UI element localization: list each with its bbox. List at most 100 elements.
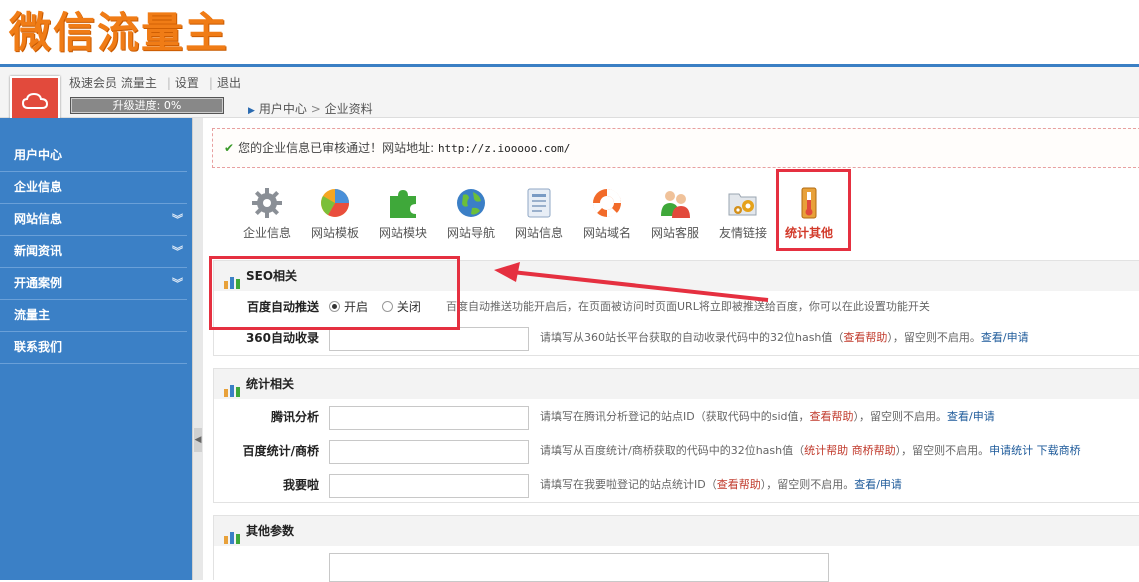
radio-selected-icon xyxy=(329,301,340,312)
double-chevron-down-icon: ︾ xyxy=(172,245,183,258)
radio-label: 关闭 xyxy=(396,300,421,314)
puzzle-icon xyxy=(390,190,416,218)
row-360-include: 360自动收录 请填写从360站长平台获取的自动收录代码中的32位hash值（查… xyxy=(213,322,1139,354)
field-hint: 请填写从百度统计/商桥获取的代码中的32位hash值（统计帮助 商桥帮助），留空… xyxy=(540,444,1081,457)
field-label: 腾讯分析 xyxy=(270,410,319,424)
bar-chart-icon xyxy=(224,525,240,544)
field-hint: 请填写在我要啦登记的站点统计ID（查看帮助），留空则不启用。查看/申请 xyxy=(540,478,902,491)
sidebar-item-label: 联系我们 xyxy=(14,340,63,354)
field-label: 360自动收录 xyxy=(245,331,319,345)
document-icon xyxy=(527,188,551,218)
site-logo: 微信流量主 xyxy=(9,8,230,57)
double-chevron-down-icon: ︾ xyxy=(172,277,183,290)
double-chevron-down-icon: ︾ xyxy=(172,213,183,226)
section-title: 统计相关 xyxy=(246,377,295,391)
header: 微信流量主 xyxy=(0,0,1139,66)
sidebar-item-news[interactable]: 新闻资讯 ︾ xyxy=(0,236,187,268)
tool-label: 网站模块 xyxy=(378,226,427,240)
tool-website-template[interactable]: 网站模板 xyxy=(303,186,367,240)
field-label: 百度统计/商桥 xyxy=(242,444,319,458)
row-51la: 我要啦 请填写在我要啦登记的站点统计ID（查看帮助），留空则不启用。查看/申请 xyxy=(213,469,1139,501)
sidebar-item-company-info[interactable]: 企业信息 xyxy=(0,172,187,204)
sidebar-item-label: 用户中心 xyxy=(14,148,63,162)
sidebar-item-label: 网站信息 xyxy=(14,212,63,226)
help-link[interactable]: 统计帮助 xyxy=(804,444,848,457)
gear-icon xyxy=(252,188,282,218)
pie-chart-icon xyxy=(321,189,349,217)
checkmark-icon: ✔ xyxy=(224,141,235,155)
tool-website-info[interactable]: 网站信息 xyxy=(507,186,571,240)
sidebar-item-label: 开通案例 xyxy=(14,276,63,290)
tool-label: 网站导航 xyxy=(446,226,495,240)
globe-icon xyxy=(457,189,485,217)
tool-friend-links[interactable]: 友情链接 xyxy=(711,186,775,240)
bar-chart-icon xyxy=(224,378,240,397)
baidu-push-radio-group: 开启 关闭 xyxy=(329,291,431,323)
triangle-right-icon: ▶ xyxy=(248,106,255,116)
360-hash-input[interactable] xyxy=(329,327,529,351)
row-tencent: 腾讯分析 请填写在腾讯分析登记的站点ID（获取代码中的sid值，查看帮助），留空… xyxy=(213,401,1139,433)
tool-label: 友情链接 xyxy=(718,226,767,240)
field-label: 我要啦 xyxy=(282,478,319,492)
help-link[interactable]: 查看帮助 xyxy=(809,410,853,423)
section-stats-header: 统计相关 xyxy=(213,368,1139,400)
sidebar-item-traffic-master[interactable]: 流量主 xyxy=(0,300,187,332)
sidebar-item-contact[interactable]: 联系我们 xyxy=(0,332,187,364)
breadcrumb-user-center[interactable]: 用户中心 xyxy=(259,102,307,116)
tencent-id-input[interactable] xyxy=(329,406,529,430)
other-params-textarea[interactable] xyxy=(329,553,829,582)
lifebuoy-icon xyxy=(592,188,622,218)
apply-link[interactable]: 查看/申请 xyxy=(947,410,995,423)
tool-label: 网站模板 xyxy=(310,226,359,240)
tool-label: 网站信息 xyxy=(514,226,563,240)
top-links: 极速会员 流量主 | 设置 | 退出 xyxy=(69,76,241,90)
settings-link[interactable]: 设置 xyxy=(175,76,199,90)
download-link[interactable]: 下载商桥 xyxy=(1037,444,1081,457)
sidebar-item-user-center[interactable]: 用户中心 xyxy=(0,140,187,172)
website-url-link[interactable]: http://z.iooooo.com/ xyxy=(438,142,570,155)
folder-gear-icon xyxy=(728,193,757,216)
section-title: 其他参数 xyxy=(246,524,295,538)
radio-off-option[interactable]: 关闭 xyxy=(381,300,421,314)
breadcrumb-company-info[interactable]: 企业资料 xyxy=(325,102,373,116)
tool-label: 网站客服 xyxy=(650,226,699,240)
status-notice: ✔ 您的企业信息已审核通过！网站地址: http://z.iooooo.com/ xyxy=(212,128,1139,168)
sidebar-item-label: 流量主 xyxy=(14,308,51,322)
tool-stats-other[interactable]: 统计其他 xyxy=(777,186,841,240)
sidebar-item-label: 新闻资讯 xyxy=(14,244,63,258)
tool-website-domain[interactable]: 网站域名 xyxy=(575,186,639,240)
member-label: 极速会员 流量主 xyxy=(69,76,157,90)
apply-link[interactable]: 申请统计 xyxy=(989,444,1033,457)
baidu-hash-input[interactable] xyxy=(329,440,529,464)
collapse-arrow-icon[interactable]: ◀ xyxy=(194,428,202,452)
51la-id-input[interactable] xyxy=(329,474,529,498)
sidebar-item-label: 企业信息 xyxy=(14,180,63,194)
cloud-icon xyxy=(22,92,48,109)
upgrade-progress-bar: 升级进度: 0% xyxy=(70,97,224,114)
tool-label: 统计其他 xyxy=(784,226,833,240)
radio-on-option[interactable]: 开启 xyxy=(329,300,368,314)
apply-link[interactable]: 查看/申请 xyxy=(981,331,1029,344)
help-link[interactable]: 查看帮助 xyxy=(843,331,887,344)
field-label: 百度自动推送 xyxy=(246,300,319,314)
field-hint: 请填写在腾讯分析登记的站点ID（获取代码中的sid值，查看帮助），留空则不启用。… xyxy=(540,410,995,423)
radio-unselected-icon xyxy=(381,301,393,312)
help-link[interactable]: 商桥帮助 xyxy=(852,444,896,457)
section-title: SEO相关 xyxy=(246,269,298,283)
section-other-header: 其他参数 xyxy=(213,515,1139,547)
sidebar: 用户中心 企业信息 网站信息 ︾ 新闻资讯 ︾ 开通案例 ︾ 流量主 联系我们 xyxy=(0,118,192,580)
sidebar-item-website-info[interactable]: 网站信息 ︾ xyxy=(0,204,187,236)
tool-company-info[interactable]: 企业信息 xyxy=(235,186,299,240)
notice-text: 您的企业信息已审核通过！网站地址: xyxy=(238,141,435,155)
tool-website-service[interactable]: 网站客服 xyxy=(643,186,707,240)
people-icon xyxy=(661,191,690,218)
sidebar-item-cases[interactable]: 开通案例 ︾ xyxy=(0,268,187,300)
tool-website-module[interactable]: 网站模块 xyxy=(371,186,435,240)
logout-link[interactable]: 退出 xyxy=(217,76,241,90)
annotation-arrow-icon xyxy=(494,262,769,302)
help-link[interactable]: 查看帮助 xyxy=(717,478,761,491)
tool-label: 网站域名 xyxy=(582,226,631,240)
field-hint: 请填写从360站长平台获取的自动收录代码中的32位hash值（查看帮助），留空则… xyxy=(540,331,1029,344)
apply-link[interactable]: 查看/申请 xyxy=(854,478,902,491)
tool-website-nav[interactable]: 网站导航 xyxy=(439,186,503,240)
